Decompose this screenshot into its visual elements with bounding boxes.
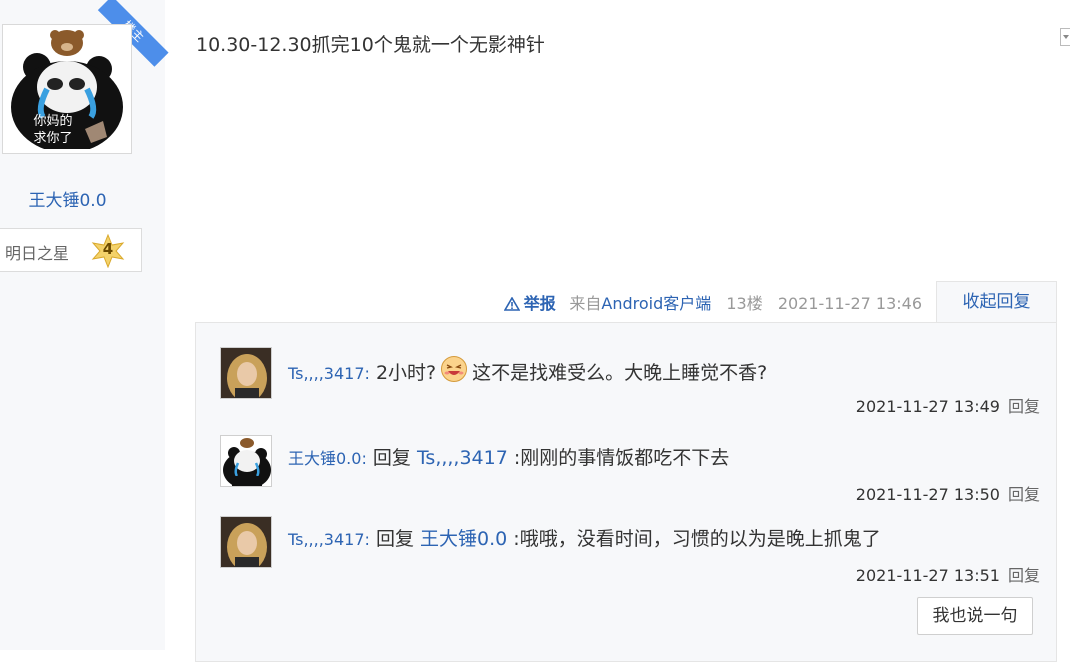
- reply-text-part: :哦哦，没看时间，习惯的以为是晚上抓鬼了: [513, 528, 881, 550]
- panda-meme-avatar-icon: [221, 436, 271, 486]
- level-name: 明日之星: [5, 244, 70, 263]
- post-menu-dropdown-icon[interactable]: [1060, 28, 1070, 46]
- reply-user-link[interactable]: 王大锤0.0:: [288, 449, 367, 468]
- reply-time: 2021-11-27 13:49: [855, 397, 1000, 416]
- reply-user-link[interactable]: Ts,,,,3417:: [288, 530, 370, 549]
- level-badge[interactable]: 明日之星 4: [0, 228, 142, 272]
- blonde-portrait-avatar-icon: [221, 348, 271, 398]
- author-sidebar: 楼主 你妈的 求你了 王大锤0.0 明日之星 4: [0, 0, 169, 650]
- laugh-emoji-icon: [441, 356, 468, 382]
- post-body: 10.30-12.30抓完10个鬼就一个无影神针: [196, 34, 545, 56]
- reply-time: 2021-11-27 13:50: [855, 485, 1000, 504]
- warning-icon: [503, 297, 520, 311]
- client-link[interactable]: Android客户端: [601, 294, 711, 313]
- reply-target-link[interactable]: Ts,,,,3417: [417, 447, 508, 469]
- reply-text: 王大锤0.0: 回复 Ts,,,,3417 :刚刚的事情饭都吃不下去: [288, 443, 729, 470]
- report-link[interactable]: 举报: [503, 294, 562, 313]
- report-label: 举报: [523, 294, 556, 313]
- collapse-replies-button[interactable]: 收起回复: [936, 281, 1057, 323]
- reply-text-part: :刚刚的事情饭都吃不下去: [513, 447, 730, 469]
- reply-user-link[interactable]: Ts,,,,3417:: [288, 364, 370, 383]
- reply-target-link[interactable]: 王大锤0.0: [420, 528, 507, 550]
- post-time: 2021-11-27 13:46: [777, 294, 922, 313]
- author-avatar[interactable]: 你妈的 求你了: [2, 24, 132, 154]
- reply-avatar[interactable]: [220, 435, 272, 487]
- reply-time: 2021-11-27 13:51: [855, 566, 1000, 585]
- author-name-link[interactable]: 王大锤0.0: [0, 186, 135, 211]
- reply-footer: 2021-11-27 13:49 回复: [856, 393, 1040, 417]
- reply-avatar[interactable]: [220, 347, 272, 399]
- level-number: 4: [102, 240, 114, 258]
- svg-text:求你了: 求你了: [33, 131, 72, 146]
- client-prefix: 来自: [569, 294, 602, 313]
- blonde-portrait-avatar-icon: [221, 517, 271, 567]
- reply-text-part: 2小时?: [375, 362, 437, 384]
- reply-prefix: 回复: [372, 447, 411, 469]
- reply-footer: 2021-11-27 13:51 回复: [856, 562, 1040, 586]
- reply-text: Ts,,,,3417: 2小时? 这不是找难受么。大晚上睡觉不香?: [288, 355, 767, 385]
- reply-button[interactable]: 回复: [1008, 566, 1040, 585]
- svg-text:你妈的: 你妈的: [33, 113, 72, 129]
- reply-text: Ts,,,,3417: 回复 王大锤0.0 :哦哦，没看时间，习惯的以为是晚上抓…: [288, 524, 881, 551]
- add-comment-button[interactable]: 我也说一句: [917, 597, 1033, 635]
- reply-avatar[interactable]: [220, 516, 272, 568]
- reply-button[interactable]: 回复: [1008, 485, 1040, 504]
- reply-text-part: 这不是找难受么。大晚上睡觉不香?: [472, 362, 768, 384]
- reply-button[interactable]: 回复: [1008, 397, 1040, 416]
- client-info: 来自Android客户端: [569, 294, 711, 313]
- reply-panel: Ts,,,,3417: 2小时? 这不是找难受么。大晚上睡觉不香? 2021-1…: [195, 322, 1057, 662]
- reply-prefix: 回复: [375, 528, 414, 550]
- post-meta: 举报 来自Android客户端 13楼 2021-11-27 13:46: [503, 290, 922, 314]
- reply-footer: 2021-11-27 13:50 回复: [856, 481, 1040, 505]
- floor-number: 13楼: [726, 294, 763, 313]
- panda-meme-avatar-icon: 你妈的 求你了: [7, 29, 127, 149]
